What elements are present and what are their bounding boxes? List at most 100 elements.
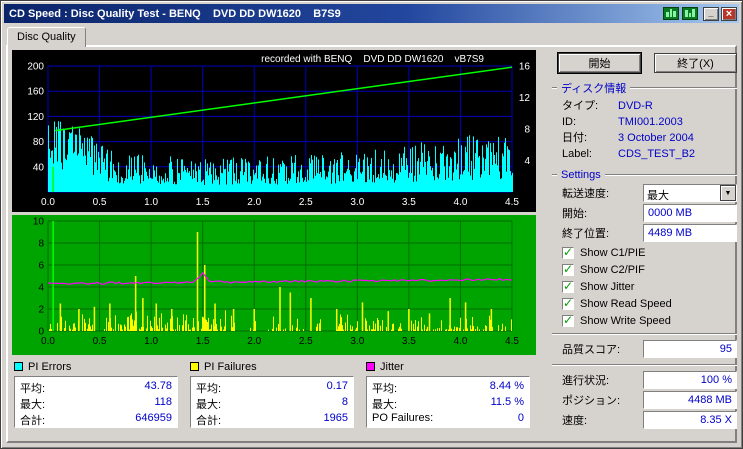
chevron-down-icon[interactable]: ▼ [720,185,736,201]
checkbox-box[interactable]: ✓ [562,278,574,293]
pi-failures-swatch-icon [190,362,199,371]
start-position-row: 開始: 0000 MB [562,204,737,222]
svg-text:8: 8 [524,125,530,136]
svg-text:2.0: 2.0 [247,336,261,347]
pi-errors-legend-label: PI Errors [28,360,72,373]
speed-value: 8.35 X [643,411,737,429]
stats-row: PI Errors 平均: 43.78 最大: 118 合計: 646959 PI F… [14,360,542,428]
svg-text:3.5: 3.5 [402,197,416,208]
position-row: ポジション: 4488 MB [562,391,737,409]
svg-text:3.0: 3.0 [350,197,364,208]
svg-text:0.0: 0.0 [41,197,55,208]
pi-failures-chart: 10864200.0 0.5 1.0 1.5 2.0 2.5 3.0 3.5 4.0 4.5 [12,215,536,355]
svg-text:120: 120 [27,112,44,123]
stat-row: 最大: 8 [196,396,348,411]
show-jitter-checkbox[interactable]: ✓ Show Jitter [562,278,737,293]
svg-text:4: 4 [38,283,44,294]
tab-strip: Disc Quality [7,25,736,47]
transfer-rate-select[interactable]: 最大 ▼ [643,184,737,202]
svg-text:1.0: 1.0 [144,197,158,208]
show-write-speed-checkbox[interactable]: ✓ Show Write Speed [562,312,737,327]
pi-errors-chart: 200 160 120 80 40 16 12 8 4 0.0 0.5 1.0 1.5 2.0 2.5 3.0… [12,50,536,212]
pi-errors-stats-panel: 平均: 43.78 最大: 118 合計: 646959 [14,376,178,428]
svg-text:16: 16 [519,62,531,73]
svg-text:160: 160 [27,87,44,98]
stat-row: 最大: 11.5 % [372,396,524,411]
end-position-row: 終了位置: 4489 MB [562,224,737,242]
show-c2-pif-checkbox[interactable]: ✓ Show C2/PIF [562,261,737,276]
pi-failures-legend: PI Failures [190,360,354,373]
start-button[interactable]: 開始 [557,52,642,74]
stat-row: 平均: 0.17 [196,380,348,395]
check-icon: ✓ [563,295,574,310]
stat-row: 合計: 1965 [196,412,348,427]
check-icon: ✓ [563,261,574,276]
divider-line [630,87,737,89]
jitter-legend: Jitter [366,360,530,373]
graph-icon[interactable] [663,7,679,20]
start-position-input[interactable]: 0000 MB [643,204,737,222]
position-value: 4488 MB [643,391,737,409]
svg-text:1.5: 1.5 [196,336,210,347]
svg-text:2.0: 2.0 [247,197,261,208]
pi-failures-stats-panel: 平均: 0.17 最大: 8 合計: 1965 [190,376,354,428]
speed-row: 速度: 8.35 X [562,411,737,429]
titlebar: CD Speed : Disc Quality Test - BENQ DVD … [4,4,739,23]
show-read-speed-checkbox[interactable]: ✓ Show Read Speed [562,295,737,310]
svg-text:2.5: 2.5 [299,197,313,208]
stat-row: PO Failures: 0 [372,412,524,424]
checkbox-box[interactable]: ✓ [562,295,574,310]
pi-failures-stats: PI Failures 平均: 0.17 最大: 8 合計: 1965 [190,360,354,428]
divider-line [552,333,737,335]
settings-header: Settings [552,169,737,181]
svg-text:0.0: 0.0 [41,336,55,347]
svg-text:3.0: 3.0 [350,336,364,347]
svg-text:recorded with BENQ DVD DD D: recorded with BENQ DVD DD DW1620 vB7S9 [261,54,484,65]
stat-row: 平均: 43.78 [20,380,172,395]
svg-text:0.5: 0.5 [93,197,107,208]
check-icon: ✓ [563,312,574,327]
svg-text:4.0: 4.0 [453,197,467,208]
transfer-rate-row: 転送速度: 最大 ▼ [562,184,737,202]
pi-failures-legend-label: PI Failures [204,360,257,373]
disc-date-row: 日付: 3 October 2004 [562,132,694,144]
pi-errors-swatch-icon [14,362,23,371]
check-icon: ✓ [563,244,574,259]
exit-button[interactable]: 終了(X) [654,53,737,73]
stat-row: 合計: 646959 [20,412,172,427]
minimize-button[interactable]: _ [703,6,719,21]
divider-line [604,174,737,176]
jitter-legend-label: Jitter [380,360,404,373]
jitter-stats: Jitter 平均: 8.44 % 最大: 11.5 % PO Failures: 0 [366,360,530,428]
svg-text:6: 6 [38,261,44,272]
checkbox-box[interactable]: ✓ [562,261,574,276]
titlebar-controls: _ × [663,6,737,21]
svg-text:2: 2 [38,305,44,316]
svg-text:4: 4 [524,156,530,167]
disc-info-header: ディスク情報 [552,80,737,96]
svg-text:1.0: 1.0 [144,336,158,347]
svg-text:4.0: 4.0 [453,336,467,347]
svg-text:1.5: 1.5 [196,197,210,208]
close-button[interactable]: × [721,6,737,21]
checkbox-box[interactable]: ✓ [562,312,574,327]
disc-label-row: Label: CDS_TEST_B2 [562,148,696,160]
end-position-input[interactable]: 4489 MB [643,224,737,242]
tab-disc-quality[interactable]: Disc Quality [7,27,86,47]
check-icon: ✓ [563,278,574,293]
jitter-stats-panel: 平均: 8.44 % 最大: 11.5 % PO Failures: 0 [366,376,530,428]
stat-row: 最大: 118 [20,396,172,411]
svg-text:10: 10 [33,217,45,228]
graph-icon-2[interactable] [682,7,698,20]
checkbox-box[interactable]: ✓ [562,244,574,259]
disc-quality-page: 200 160 120 80 40 16 12 8 4 0.0 0.5 1.0 1.5 2.0 2.5 3.0… [6,45,737,443]
disc-id-row: ID: TMI001.2003 [562,116,683,128]
progress-value: 100 % [643,371,737,389]
app-window: CD Speed : Disc Quality Test - BENQ DVD … [0,0,743,449]
show-c1-pie-checkbox[interactable]: ✓ Show C1/PIE [562,244,737,259]
svg-text:3.5: 3.5 [402,336,416,347]
quality-score-row: 品質スコア: 95 [562,340,737,358]
pi-errors-legend: PI Errors [14,360,178,373]
svg-text:200: 200 [27,62,44,73]
disc-type-row: タイプ: DVD-R [562,100,653,112]
